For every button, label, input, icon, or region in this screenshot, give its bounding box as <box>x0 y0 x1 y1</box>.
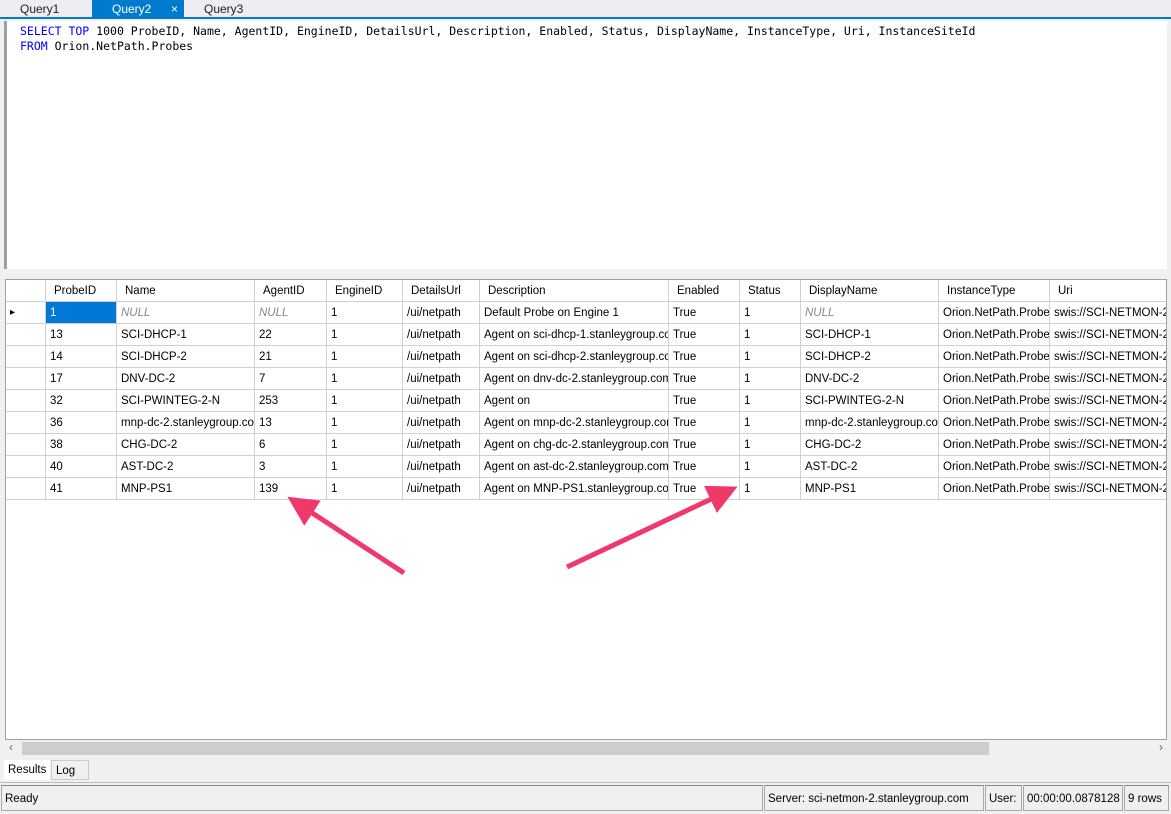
arrow-agentid <box>287 496 406 576</box>
annotation-arrows <box>287 485 738 576</box>
arrow-status <box>565 485 738 570</box>
